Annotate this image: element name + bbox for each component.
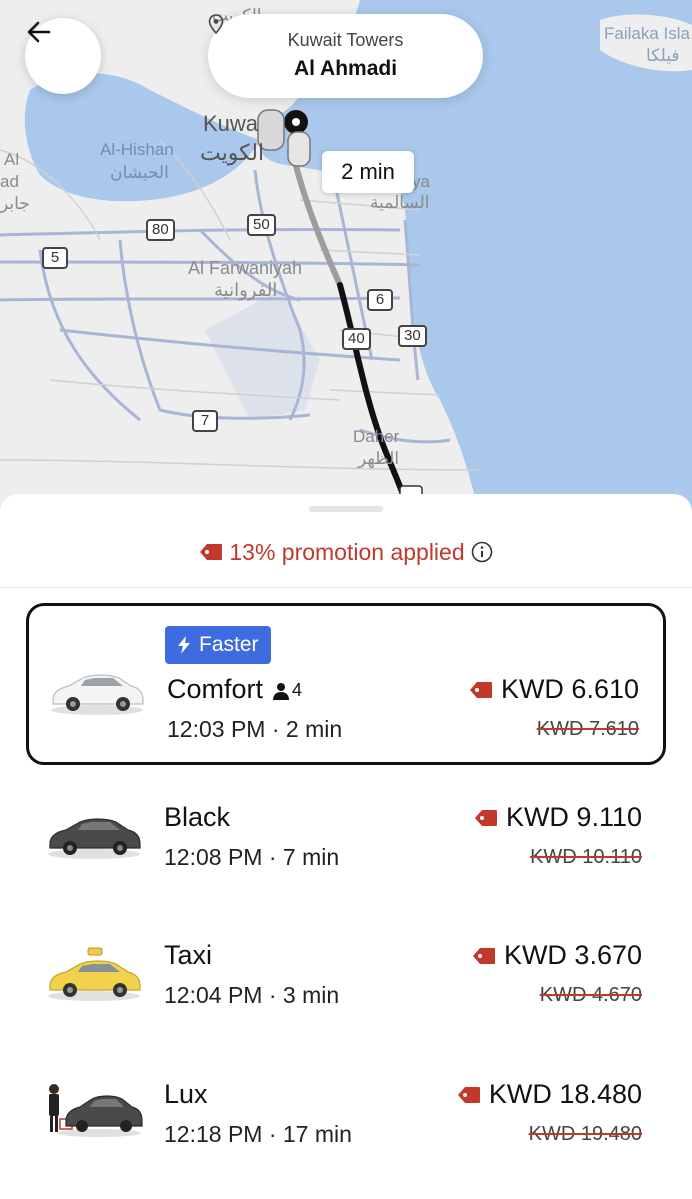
arrow-left-icon (27, 21, 51, 43)
ride-name: Comfort 4 (167, 674, 302, 705)
info-icon[interactable] (471, 541, 493, 563)
promo-tag-icon (457, 1086, 480, 1103)
black-car-icon (48, 818, 141, 859)
ride-eta: 12:04 PM · 3 min (164, 982, 340, 1008)
ride-name: Taxi (164, 940, 213, 970)
ride-eta: 12:18 PM · 17 min (164, 1121, 352, 1147)
price-value: KWD 3.670 (503, 940, 642, 970)
route-summary[interactable]: Kuwait Towers Al Ahmadi (208, 14, 483, 98)
map-label-dahar: Daher (353, 427, 400, 446)
location-pin-icon (208, 14, 224, 34)
ride-price: KWD 6.610 (469, 674, 639, 705)
promotion-banner[interactable]: 13% promotion applied (0, 532, 692, 572)
road-shield-5: 5 (42, 247, 68, 269)
promo-tag-icon (469, 681, 492, 698)
ride-original-price: KWD 19.480 (528, 1123, 642, 1145)
ride-option-lux[interactable]: Lux 12:18 PM · 17 min KWD 18.480 KWD 19.… (26, 1061, 666, 1179)
comfort-car-icon (51, 674, 144, 715)
map-label-left-a: Al (4, 150, 20, 169)
eta-bubble: 2 min (322, 151, 414, 193)
promo-tag-icon (200, 544, 223, 560)
map-label-left-c: جابر (0, 194, 30, 213)
lightning-icon (178, 636, 190, 654)
road-shield-40: 40 (342, 328, 371, 350)
ride-original-price: KWD 4.670 (539, 984, 642, 1006)
map-label-hishan-ar: الحيشان (110, 163, 169, 182)
price-value: KWD 18.480 (488, 1079, 642, 1109)
map-label-failaka-ar: فيلكا (646, 46, 680, 65)
map-view[interactable]: Kuwa الكويت Al-Hishan الحيشان Al Farwani… (0, 0, 692, 520)
map-label-salmiya-ar: السالمية (370, 193, 430, 212)
pickup-location: Kuwait Towers (287, 30, 404, 50)
ride-price: KWD 18.480 (457, 1079, 642, 1110)
capacity-count: 4 (292, 680, 303, 701)
divider (0, 587, 692, 588)
faster-badge: Faster (165, 626, 271, 664)
road-shield-30: 30 (398, 325, 427, 347)
ride-options-sheet: 13% promotion applied Faster Comfort 4 12… (0, 494, 692, 1199)
map-label-left-b: ad (0, 172, 19, 191)
ride-name: Black (164, 802, 231, 832)
taxi-car-icon (48, 947, 141, 1001)
back-button[interactable] (25, 18, 101, 94)
road-shield-6: 6 (367, 289, 393, 311)
map-label-kuwait: Kuwa (203, 111, 259, 136)
price-value: KWD 6.610 (500, 674, 639, 704)
ride-price: KWD 3.670 (472, 940, 642, 971)
map-label-kuwait-ar: الكويت (200, 140, 265, 165)
map-label-dahar-ar: الظهر (358, 449, 400, 468)
destination-location: Al Ahmadi (293, 57, 398, 80)
promo-tag-icon (472, 947, 495, 964)
promo-tag-icon (474, 809, 497, 826)
lux-car-icon (49, 1084, 143, 1137)
ride-eta: 12:03 PM · 2 min (167, 716, 343, 742)
ride-option-black[interactable]: Black 12:08 PM · 7 min KWD 9.110 KWD 10.… (26, 784, 666, 902)
map-label-farwaniyah-ar: الفروانية (214, 280, 278, 300)
road-shield-50: 50 (247, 214, 276, 236)
price-value: KWD 9.110 (505, 802, 642, 832)
ride-eta: 12:08 PM · 7 min (164, 844, 340, 870)
ride-original-price: KWD 10.110 (530, 846, 642, 868)
map-label-salmiya: ya (412, 172, 430, 191)
ride-name-text: Comfort (167, 674, 264, 704)
road-shield-80: 80 (146, 219, 175, 241)
ride-option-comfort[interactable]: Faster Comfort 4 12:03 PM · 2 min KWD 6.6… (26, 603, 666, 765)
map-label-hishan: Al-Hishan (100, 140, 174, 159)
map-label-failaka: Failaka Isla (604, 24, 690, 43)
promotion-text: 13% promotion applied (229, 538, 465, 565)
ride-name: Lux (164, 1079, 208, 1109)
sheet-grabber[interactable] (309, 506, 383, 512)
ride-price: KWD 9.110 (474, 802, 642, 833)
ride-option-taxi[interactable]: Taxi 12:04 PM · 3 min KWD 3.670 KWD 4.67… (26, 922, 666, 1040)
map-label-farwaniyah: Al Farwaniyah (188, 258, 303, 278)
ride-original-price: KWD 7.610 (536, 718, 639, 740)
capacity: 4 (273, 680, 302, 701)
badge-label: Faster (199, 633, 259, 656)
road-shield-7: 7 (192, 410, 218, 432)
person-icon (273, 682, 290, 700)
